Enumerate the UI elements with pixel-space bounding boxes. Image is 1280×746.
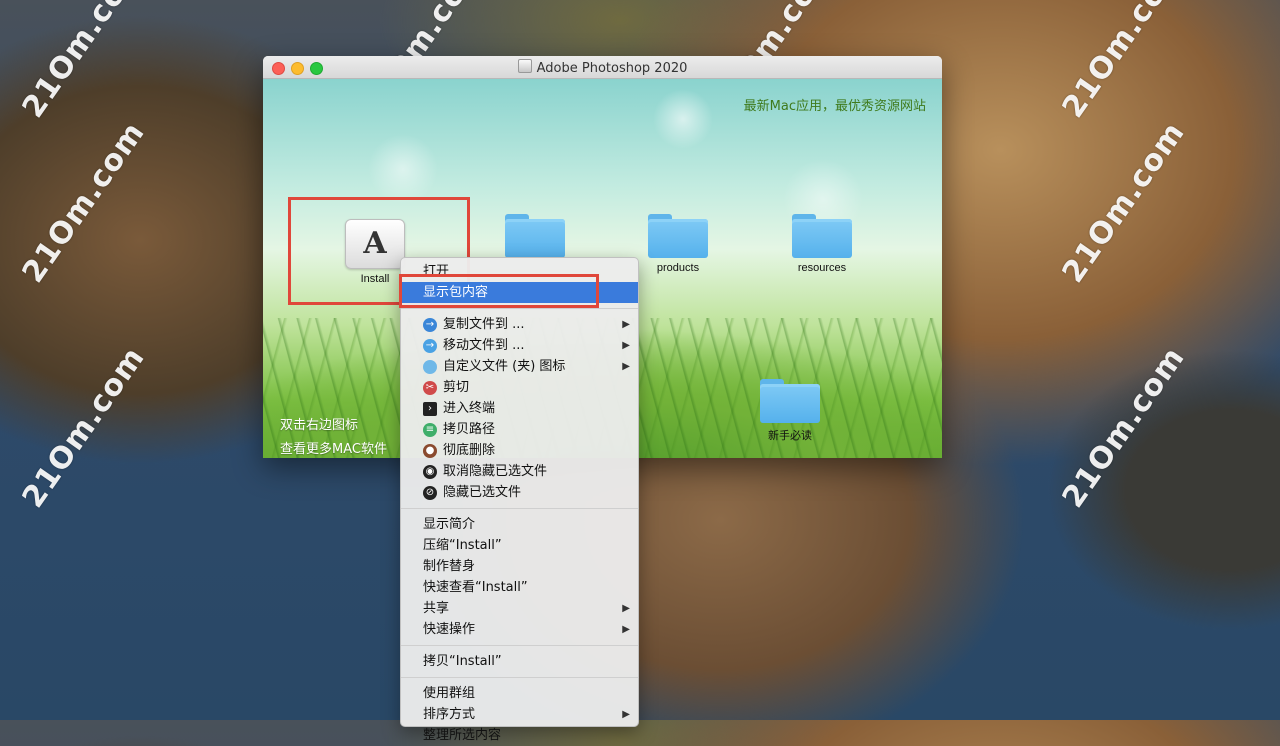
folder-icon[interactable] <box>648 214 708 258</box>
submenu-arrow-icon: ▶ <box>622 340 630 351</box>
window-title-text: Adobe Photoshop 2020 <box>536 61 688 76</box>
submenu-arrow-icon: ▶ <box>622 624 630 635</box>
copy-to-icon: → <box>423 318 437 332</box>
slogan-text: 最新Mac应用，最优秀资源网站 <box>743 99 926 114</box>
menu-item-copy-path[interactable]: ≡ 拷贝路径 <box>401 419 638 440</box>
terminal-icon: › <box>423 402 437 416</box>
disk-image-icon <box>517 59 532 73</box>
menu-item-sort-by[interactable]: 排序方式 ▶ <box>401 704 638 725</box>
menu-item-make-alias[interactable]: 制作替身 <box>401 556 638 577</box>
submenu-arrow-icon: ▶ <box>622 603 630 614</box>
footer-hint: 双击右边图标 <box>280 418 359 433</box>
submenu-arrow-icon: ▶ <box>622 709 630 720</box>
menu-item-cut[interactable]: ✂ 剪切 <box>401 377 638 398</box>
menu-item-move-to[interactable]: → 移动文件到 ... ▶ <box>401 335 638 356</box>
context-menu: 打开 显示包内容 → 复制文件到 ... ▶ → 移动文件到 ... ▶ 自定义文件 (… <box>400 257 639 743</box>
menu-item-quick-look[interactable]: 快速查看“Install” <box>401 577 638 598</box>
menu-separator <box>401 677 638 678</box>
item-label: 新手必读 <box>768 430 812 442</box>
menu-item-copy-to[interactable]: → 复制文件到 ... ▶ <box>401 314 638 335</box>
readme-folder[interactable]: 新手必读 <box>745 379 835 443</box>
folder-item[interactable] <box>490 214 580 258</box>
menu-separator <box>401 645 638 646</box>
eye-icon: ◉ <box>423 465 437 479</box>
watermark-text: 21Om.com <box>1055 0 1192 125</box>
eye-slash-icon: ⊘ <box>423 486 437 500</box>
title-bar[interactable]: Adobe Photoshop 2020 <box>263 56 942 79</box>
menu-item-open-terminal[interactable]: › 进入终端 <box>401 398 638 419</box>
menu-item-share[interactable]: 共享 ▶ <box>401 598 638 619</box>
watermark-text: 21Om.com <box>15 115 152 290</box>
menu-highlight-box <box>399 274 599 308</box>
menu-separator <box>401 308 638 309</box>
submenu-arrow-icon: ▶ <box>622 319 630 330</box>
custom-icon-icon <box>423 360 437 374</box>
submenu-arrow-icon: ▶ <box>622 361 630 372</box>
folder-icon[interactable] <box>760 379 820 423</box>
copy-path-icon: ≡ <box>423 423 437 437</box>
watermark-text: 21Om.com <box>15 0 152 125</box>
window-title: Adobe Photoshop 2020 <box>263 59 942 76</box>
folder-icon[interactable] <box>792 214 852 258</box>
menu-item-unhide-selected[interactable]: ◉ 取消隐藏已选文件 <box>401 461 638 482</box>
menu-item-hide-selected[interactable]: ⊘ 隐藏已选文件 <box>401 482 638 503</box>
menu-item-compress[interactable]: 压缩“Install” <box>401 535 638 556</box>
item-label: products <box>656 262 700 274</box>
move-to-icon: → <box>423 339 437 353</box>
menu-item-get-info[interactable]: 显示简介 <box>401 514 638 535</box>
watermark-text: 21Om.com <box>15 340 152 515</box>
delete-icon: ● <box>423 444 437 458</box>
watermark-text: 21Om.com <box>1055 115 1192 290</box>
menu-item-quick-actions[interactable]: 快速操作 ▶ <box>401 619 638 640</box>
menu-item-custom-icon[interactable]: 自定义文件 (夹) 图标 ▶ <box>401 356 638 377</box>
menu-item-clean-up-selection[interactable]: 整理所选内容 <box>401 725 638 746</box>
menu-item-use-groups[interactable]: 使用群组 <box>401 683 638 704</box>
footer-hint: 查看更多MAC软件 <box>280 442 387 457</box>
resources-folder[interactable]: resources <box>777 214 867 274</box>
menu-item-delete-permanently[interactable]: ● 彻底删除 <box>401 440 638 461</box>
item-label: resources <box>797 262 847 274</box>
scissors-icon: ✂ <box>423 381 437 395</box>
menu-item-copy-item[interactable]: 拷贝“Install” <box>401 651 638 672</box>
watermark-text: 21Om.com <box>1055 340 1192 515</box>
products-folder[interactable]: products <box>633 214 723 274</box>
folder-icon[interactable] <box>505 214 565 258</box>
menu-separator <box>401 508 638 509</box>
